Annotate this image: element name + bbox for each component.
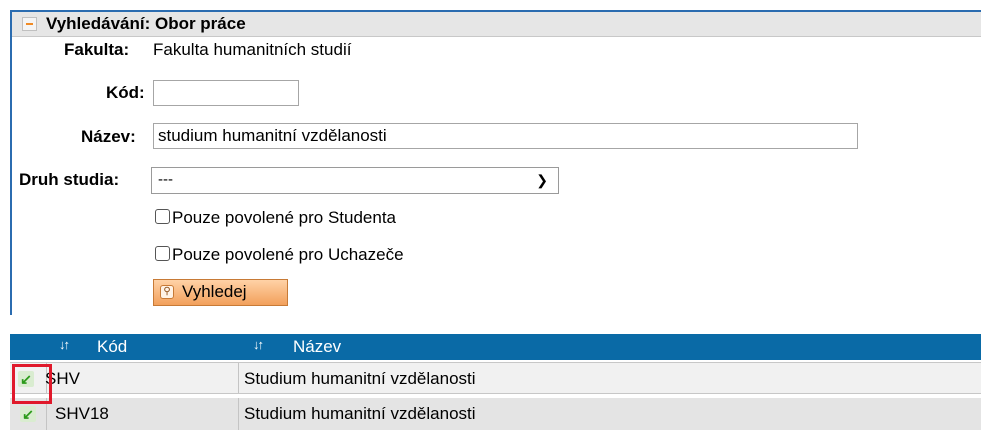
results-table-header: ↓↑ Kód ↓↑ Název [10,334,981,360]
name-input[interactable] [153,123,858,149]
study-type-label: Druh studia: [19,170,120,189]
table-row: ↙ SHV18 Studium humanitní vzdělanosti [10,398,981,430]
code-input[interactable] [153,80,299,106]
name-label: Název: [81,127,136,146]
row-name: Studium humanitní vzdělanosti [244,404,476,423]
column-divider [238,363,239,393]
chevron-down-icon: ❯ [536,172,548,188]
row-name: Studium humanitní vzdělanosti [244,369,476,388]
applicant-only-checkbox[interactable] [155,246,170,261]
student-only-checkbox[interactable] [155,209,170,224]
code-label: Kód: [106,83,145,102]
search-button[interactable]: ⚲ Vyhledej [153,279,288,306]
column-name[interactable]: Název [293,337,341,357]
panel-title: Vyhledávání: Obor práce [46,14,246,33]
panel-header: Vyhledávání: Obor práce [12,12,981,37]
study-type-select[interactable]: --- ❯ [151,167,559,194]
column-code[interactable]: Kód [97,337,127,357]
collapse-icon[interactable] [22,17,37,31]
row-code: SHV18 [55,404,109,423]
table-row: ↙ SHV Studium humanitní vzdělanosti [10,362,981,394]
student-only-label: Pouze povolené pro Studenta [172,208,397,227]
select-arrow-icon[interactable]: ↙ [20,406,36,422]
faculty-label: Fakulta: [64,40,130,59]
search-button-label: Vyhledej [182,282,247,301]
column-divider [238,398,239,430]
sort-code-icon[interactable]: ↓↑ [59,337,70,352]
study-type-value: --- [158,171,173,188]
highlight-box [12,364,52,404]
sort-name-icon[interactable]: ↓↑ [253,337,264,352]
faculty-value: Fakulta humanitních studií [153,40,352,59]
applicant-only-label: Pouze povolené pro Uchazeče [172,245,404,264]
search-icon: ⚲ [160,285,174,299]
